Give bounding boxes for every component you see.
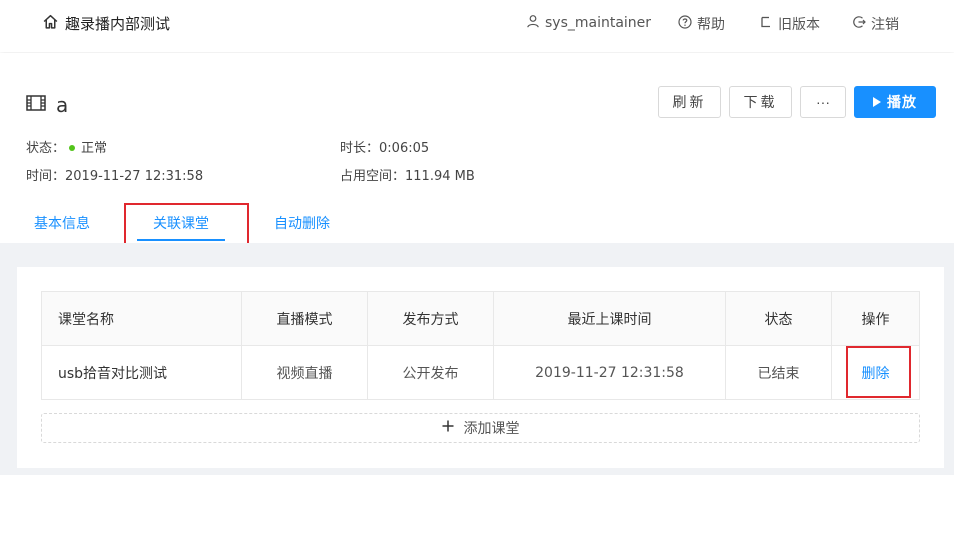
tab-basic-info[interactable]: 基本信息	[34, 213, 90, 233]
add-classroom-label: 添加课堂	[463, 421, 520, 437]
play-button[interactable]: 播放	[854, 86, 936, 118]
top-navigation-bar: 趣录播内部测试 sys_maintainer 帮助 旧版本 注销	[0, 0, 954, 52]
user-name: sys_maintainer	[545, 15, 652, 31]
rollback-icon	[759, 15, 773, 33]
logout-link[interactable]: 注销	[852, 14, 899, 34]
cell-classroom-name: usb拾音对比测试	[41, 345, 242, 400]
user-icon	[526, 14, 540, 32]
column-header-status: 状态	[725, 291, 832, 346]
table-header-row: 课堂名称 直播模式 发布方式 最近上课时间 状态 操作	[41, 291, 920, 346]
tab-auto-delete[interactable]: 自动删除	[274, 213, 330, 233]
video-title-row: a	[26, 93, 68, 117]
space-info: 占用空间：111.94 MB	[340, 165, 475, 184]
status-label: 状态：	[26, 141, 66, 156]
brand-title: 趣录播内部测试	[65, 15, 171, 33]
cell-mode: 视频直播	[241, 345, 368, 400]
space-label: 占用空间：	[340, 169, 406, 184]
column-header-last-time: 最近上课时间	[493, 291, 726, 346]
time-value: 2019-11-27 12:31:58	[65, 169, 204, 184]
play-icon	[873, 94, 881, 110]
help-link[interactable]: 帮助	[678, 14, 725, 34]
refresh-button[interactable]: 刷新	[658, 86, 721, 118]
highlight-box-delete	[846, 346, 911, 398]
old-version-label: 旧版本	[778, 17, 820, 33]
question-circle-icon	[678, 15, 692, 33]
help-label: 帮助	[697, 17, 725, 33]
more-button[interactable]: ···	[800, 86, 846, 118]
column-header-mode: 直播模式	[241, 291, 368, 346]
logout-icon	[852, 15, 866, 33]
add-classroom-button[interactable]: 添加课堂	[41, 413, 920, 443]
user-menu[interactable]: sys_maintainer	[526, 14, 651, 32]
brand[interactable]: 趣录播内部测试	[42, 13, 170, 34]
logout-label: 注销	[871, 17, 899, 33]
video-title: a	[56, 93, 69, 117]
cell-status: 已结束	[725, 345, 832, 400]
home-icon	[42, 13, 59, 34]
time-info: 时间：2019-11-27 12:31:58	[26, 165, 203, 184]
time-label: 时间：	[26, 169, 66, 184]
duration-info: 时长：0:06:05	[340, 137, 429, 156]
classroom-table: 课堂名称 直播模式 发布方式 最近上课时间 状态 操作 usb拾音对比测试 视频…	[41, 291, 920, 400]
duration-value: 0:06:05	[379, 141, 430, 156]
space-value: 111.94 MB	[405, 169, 475, 184]
duration-label: 时长：	[340, 141, 380, 156]
column-header-name: 课堂名称	[41, 291, 242, 346]
cell-publish: 公开发布	[367, 345, 494, 400]
column-header-action: 操作	[831, 291, 920, 346]
old-version-link[interactable]: 旧版本	[759, 14, 820, 34]
status-info: 状态： 正常	[26, 137, 107, 156]
plus-icon	[442, 420, 454, 436]
status-value: 正常	[81, 141, 108, 156]
film-icon	[26, 94, 46, 116]
column-header-publish: 发布方式	[367, 291, 494, 346]
cell-last-time: 2019-11-27 12:31:58	[493, 345, 726, 400]
play-label: 播放	[887, 94, 917, 110]
status-dot	[69, 144, 76, 151]
table-row: usb拾音对比测试 视频直播 公开发布 2019-11-27 12:31:58 …	[41, 345, 920, 400]
download-button[interactable]: 下载	[729, 86, 792, 118]
